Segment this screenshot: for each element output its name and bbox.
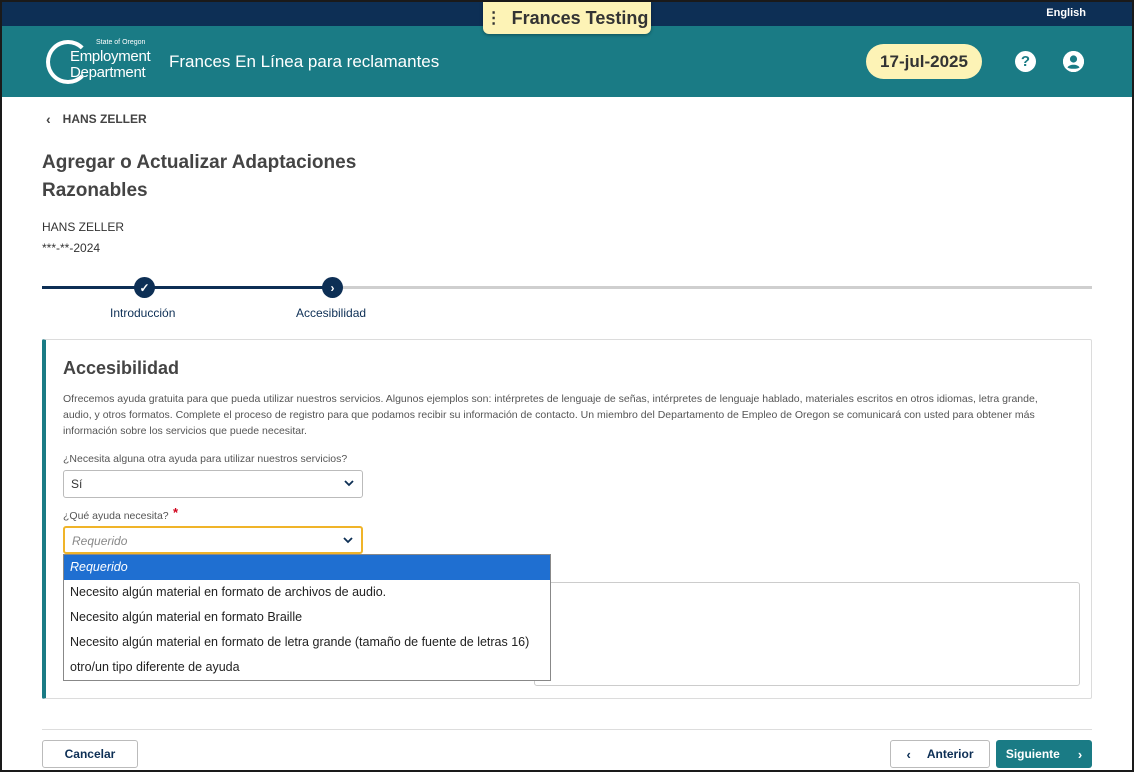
help-type-placeholder: Requerido — [72, 534, 128, 548]
help-icon[interactable]: ? — [1015, 51, 1036, 72]
logo-line1: Employment — [70, 48, 151, 65]
dropdown-option[interactable]: Necesito algún material en formato de le… — [64, 630, 550, 655]
section-title: Accesibilidad — [63, 358, 180, 378]
next-button[interactable]: Siguiente › — [996, 740, 1092, 768]
page-title: Agregar o Actualizar Adaptaciones Razona… — [42, 152, 357, 201]
previous-label: Anterior — [926, 747, 974, 761]
question2-label: ¿Qué ayuda necesita? — [63, 510, 169, 522]
app-header: State of Oregon Employment Department Fr… — [2, 26, 1132, 97]
other-help-value: Sí — [71, 477, 83, 491]
other-help-select[interactable]: Sí — [63, 470, 363, 498]
chevron-down-icon — [342, 534, 354, 549]
language-link[interactable]: English — [1046, 7, 1086, 19]
chevron-down-icon — [343, 477, 355, 492]
dropdown-option[interactable]: Requerido — [64, 555, 550, 580]
additional-details-textarea[interactable] — [534, 582, 1080, 686]
progress-stepper: ✓ › Introducción Accesibilidad — [42, 276, 1092, 322]
breadcrumb[interactable]: ‹ HANS ZELLER — [46, 111, 147, 127]
breadcrumb-label: HANS ZELLER — [62, 112, 147, 126]
help-type-select[interactable]: Requerido — [63, 526, 363, 554]
chevron-right-icon: › — [322, 277, 343, 298]
previous-button[interactable]: ‹ Anterior — [890, 740, 990, 768]
app-title: Frances En Línea para reclamantes — [169, 52, 440, 71]
date-badge: 17-jul-2025 — [866, 44, 982, 79]
claimant-ssn: ***-**-2024 — [42, 241, 101, 255]
required-marker: * — [173, 505, 179, 520]
logo-line2: Department — [70, 64, 146, 81]
step-label-accesibilidad: Accesibilidad — [296, 306, 367, 320]
cancel-button[interactable]: Cancelar — [42, 740, 138, 768]
user-account-icon[interactable] — [1063, 51, 1084, 72]
help-type-dropdown-list[interactable]: Requerido Necesito algún material en for… — [63, 554, 551, 681]
chevron-right-icon: › — [1077, 746, 1083, 762]
kebab-icon: ⋮ — [485, 10, 502, 27]
environment-badge[interactable]: ⋮ Frances Testing — [483, 2, 651, 34]
question1-label: ¿Necesita alguna otra ayuda para utiliza… — [63, 453, 348, 465]
footer-divider — [42, 729, 1092, 730]
employment-department-logo[interactable]: State of Oregon Employment Department — [46, 37, 156, 87]
logo-state-text: State of Oregon — [96, 39, 146, 46]
dropdown-option[interactable]: Necesito algún material en formato de ar… — [64, 580, 550, 605]
next-label: Siguiente — [1005, 747, 1060, 761]
stepper-line-complete — [42, 286, 332, 289]
environment-label: Frances Testing — [511, 7, 649, 28]
check-icon: ✓ — [134, 277, 155, 298]
chevron-left-icon: ‹ — [46, 111, 51, 127]
dropdown-option[interactable]: Necesito algún material en formato Brail… — [64, 605, 550, 630]
stepper-line-remaining — [332, 286, 1092, 289]
claimant-name: HANS ZELLER — [42, 220, 125, 234]
dropdown-option[interactable]: otro/un tipo diferente de ayuda — [64, 655, 550, 680]
step-label-introduccion: Introducción — [110, 306, 176, 320]
section-description: Ofrecemos ayuda gratuita para que pueda … — [63, 393, 1038, 437]
chevron-left-icon: ‹ — [906, 746, 911, 762]
